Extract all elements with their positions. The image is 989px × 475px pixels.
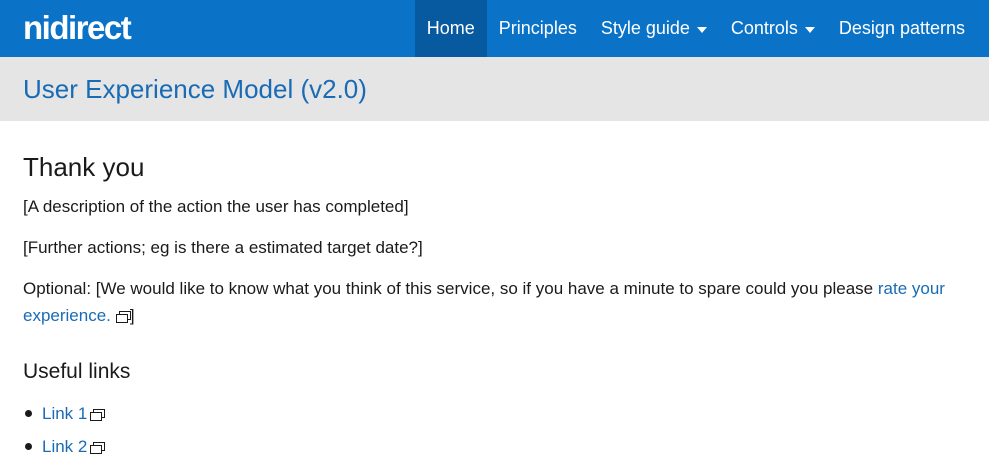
external-link-icon xyxy=(90,441,106,454)
caret-down-icon xyxy=(804,26,815,33)
useful-links-list: Link 1 Link 2 xyxy=(23,397,966,463)
nav-style-guide[interactable]: Style guide xyxy=(589,0,719,57)
top-navbar: nidirect Home Principles Style guide Con… xyxy=(0,0,989,57)
nav-controls[interactable]: Controls xyxy=(719,0,827,57)
link-2[interactable]: Link 2 xyxy=(42,436,106,457)
action-description: [A description of the action the user ha… xyxy=(23,197,409,216)
nav-principles[interactable]: Principles xyxy=(487,0,589,57)
nav-home[interactable]: Home xyxy=(414,0,487,57)
nav-design-patterns-label: Design patterns xyxy=(838,18,965,38)
further-actions: [Further actions; eg is there a estimate… xyxy=(23,238,423,257)
caret-down-icon xyxy=(696,26,707,33)
feedback-text: Optional: [We would like to know what yo… xyxy=(23,279,878,298)
link-1[interactable]: Link 1 xyxy=(42,403,106,424)
title-bar: User Experience Model (v2.0) xyxy=(0,57,989,121)
list-item: Link 1 xyxy=(23,397,966,430)
nav-principles-label: Principles xyxy=(498,18,577,38)
list-item: Link 2 xyxy=(23,430,966,463)
optional-feedback: Optional: [We would like to know what yo… xyxy=(23,275,953,329)
nav-home-label: Home xyxy=(426,18,475,38)
nidirect-logo[interactable]: nidirect xyxy=(23,9,132,47)
main-content: Thank you [A description of the action t… xyxy=(0,151,989,463)
useful-links-heading: Useful links xyxy=(23,360,131,383)
thank-you-heading: Thank you xyxy=(23,152,145,182)
nav-controls-label: Controls xyxy=(730,18,798,38)
main-nav: Home Principles Style guide Controls Des… xyxy=(414,0,989,57)
link-2-label: Link 2 xyxy=(42,436,88,456)
link-1-label: Link 1 xyxy=(42,403,88,423)
nav-style-guide-label: Style guide xyxy=(600,18,690,38)
external-link-icon xyxy=(90,408,106,421)
nav-design-patterns[interactable]: Design patterns xyxy=(827,0,989,57)
page-title: User Experience Model (v2.0) xyxy=(23,73,367,104)
bullet xyxy=(25,443,32,450)
bullet xyxy=(25,410,32,417)
external-link-icon xyxy=(115,311,131,323)
